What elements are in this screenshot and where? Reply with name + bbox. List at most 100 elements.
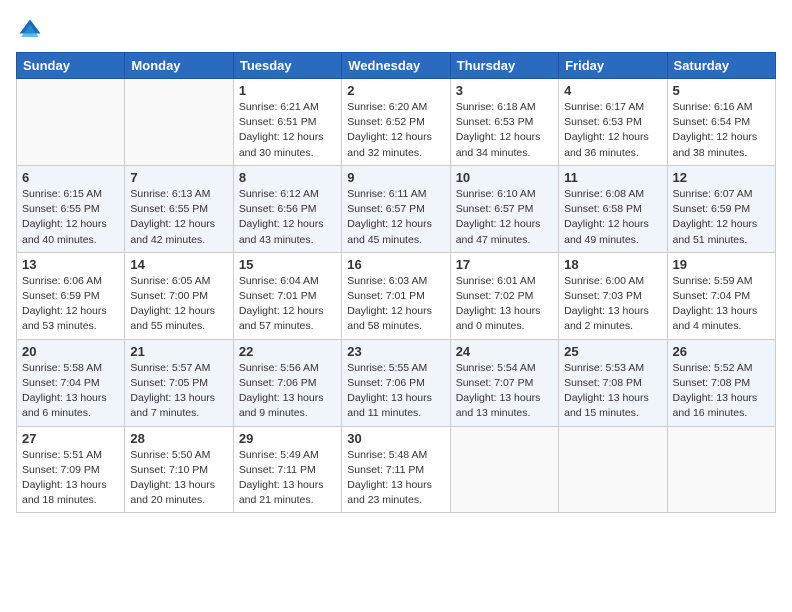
day-info: Sunrise: 6:06 AMSunset: 6:59 PMDaylight:… [22, 274, 119, 335]
day-info: Sunrise: 6:15 AMSunset: 6:55 PMDaylight:… [22, 187, 119, 248]
day-info: Sunrise: 5:48 AMSunset: 7:11 PMDaylight:… [347, 448, 444, 509]
calendar-cell: 21 Sunrise: 5:57 AMSunset: 7:05 PMDayligh… [125, 339, 233, 426]
calendar-cell: 22Sunrise: 5:56 AMSunset: 7:06 PMDayligh… [233, 339, 341, 426]
logo [16, 16, 48, 44]
day-number: 18 [564, 257, 661, 272]
calendar-cell: 29 Sunrise: 5:49 AMSunset: 7:11 PMDayligh… [233, 426, 341, 513]
day-number: 14 [130, 257, 227, 272]
day-info: Sunrise: 5:51 AMSunset: 7:09 PMDaylight:… [22, 448, 119, 509]
day-info: Sunrise: 6:16 AMSunset: 6:54 PMDaylight:… [673, 100, 770, 161]
calendar-cell: 20 Sunrise: 5:58 AMSunset: 7:04 PMDayligh… [17, 339, 125, 426]
calendar-cell: 30 Sunrise: 5:48 AMSunset: 7:11 PMDayligh… [342, 426, 450, 513]
calendar-cell: 10 Sunrise: 6:10 AMSunset: 6:57 PMDayligh… [450, 165, 558, 252]
calendar-week-row: 20 Sunrise: 5:58 AMSunset: 7:04 PMDayligh… [17, 339, 776, 426]
calendar-cell: 27 Sunrise: 5:51 AMSunset: 7:09 PMDayligh… [17, 426, 125, 513]
weekday-header: Monday [125, 53, 233, 79]
day-info: Sunrise: 5:54 AMSunset: 7:07 PMDaylight:… [456, 361, 553, 422]
weekday-header: Thursday [450, 53, 558, 79]
calendar-body: 1 Sunrise: 6:21 AMSunset: 6:51 PMDaylight… [17, 79, 776, 513]
weekday-header: Sunday [17, 53, 125, 79]
day-number: 21 [130, 344, 227, 359]
calendar-cell: 23 Sunrise: 5:55 AMSunset: 7:06 PMDayligh… [342, 339, 450, 426]
day-info: Sunrise: 5:58 AMSunset: 7:04 PMDaylight:… [22, 361, 119, 422]
day-info: Sunrise: 6:08 AMSunset: 6:58 PMDaylight:… [564, 187, 661, 248]
day-info: Sunrise: 5:49 AMSunset: 7:11 PMDaylight:… [239, 448, 336, 509]
calendar-cell: 13Sunrise: 6:06 AMSunset: 6:59 PMDayligh… [17, 252, 125, 339]
day-info: Sunrise: 5:59 AMSunset: 7:04 PMDaylight:… [673, 274, 770, 335]
day-number: 3 [456, 83, 553, 98]
day-number: 15 [239, 257, 336, 272]
day-number: 28 [130, 431, 227, 446]
day-number: 9 [347, 170, 444, 185]
day-info: Sunrise: 6:10 AMSunset: 6:57 PMDaylight:… [456, 187, 553, 248]
calendar-header-row: SundayMondayTuesdayWednesdayThursdayFrid… [17, 53, 776, 79]
day-number: 12 [673, 170, 770, 185]
calendar-cell: 12 Sunrise: 6:07 AMSunset: 6:59 PMDayligh… [667, 165, 775, 252]
calendar-cell: 14 Sunrise: 6:05 AMSunset: 7:00 PMDayligh… [125, 252, 233, 339]
calendar-cell [450, 426, 558, 513]
calendar-cell: 8 Sunrise: 6:12 AMSunset: 6:56 PMDaylight… [233, 165, 341, 252]
day-number: 22 [239, 344, 336, 359]
calendar-cell: 26 Sunrise: 5:52 AMSunset: 7:08 PMDayligh… [667, 339, 775, 426]
day-number: 1 [239, 83, 336, 98]
calendar-week-row: 1 Sunrise: 6:21 AMSunset: 6:51 PMDaylight… [17, 79, 776, 166]
day-info: Sunrise: 6:17 AMSunset: 6:53 PMDaylight:… [564, 100, 661, 161]
calendar-cell: 6 Sunrise: 6:15 AMSunset: 6:55 PMDaylight… [17, 165, 125, 252]
calendar-cell [17, 79, 125, 166]
day-info: Sunrise: 6:01 AMSunset: 7:02 PMDaylight:… [456, 274, 553, 335]
calendar-cell: 3 Sunrise: 6:18 AMSunset: 6:53 PMDaylight… [450, 79, 558, 166]
calendar-cell [667, 426, 775, 513]
day-info: Sunrise: 6:00 AMSunset: 7:03 PMDaylight:… [564, 274, 661, 335]
day-info: Sunrise: 6:03 AMSunset: 7:01 PMDaylight:… [347, 274, 444, 335]
day-number: 29 [239, 431, 336, 446]
day-info: Sunrise: 5:55 AMSunset: 7:06 PMDaylight:… [347, 361, 444, 422]
day-info: Sunrise: 6:13 AMSunset: 6:55 PMDaylight:… [130, 187, 227, 248]
day-number: 2 [347, 83, 444, 98]
calendar-cell: 24 Sunrise: 5:54 AMSunset: 7:07 PMDayligh… [450, 339, 558, 426]
day-info: Sunrise: 6:18 AMSunset: 6:53 PMDaylight:… [456, 100, 553, 161]
calendar-week-row: 6 Sunrise: 6:15 AMSunset: 6:55 PMDaylight… [17, 165, 776, 252]
day-number: 20 [22, 344, 119, 359]
day-number: 27 [22, 431, 119, 446]
calendar-cell: 19 Sunrise: 5:59 AMSunset: 7:04 PMDayligh… [667, 252, 775, 339]
calendar-cell: 5 Sunrise: 6:16 AMSunset: 6:54 PMDaylight… [667, 79, 775, 166]
day-number: 10 [456, 170, 553, 185]
day-number: 23 [347, 344, 444, 359]
day-number: 30 [347, 431, 444, 446]
calendar-cell: 25Sunrise: 5:53 AMSunset: 7:08 PMDayligh… [559, 339, 667, 426]
day-info: Sunrise: 6:21 AMSunset: 6:51 PMDaylight:… [239, 100, 336, 161]
calendar-cell: 17 Sunrise: 6:01 AMSunset: 7:02 PMDayligh… [450, 252, 558, 339]
page-header [16, 16, 776, 44]
day-number: 17 [456, 257, 553, 272]
calendar-cell: 2 Sunrise: 6:20 AMSunset: 6:52 PMDaylight… [342, 79, 450, 166]
day-number: 16 [347, 257, 444, 272]
day-number: 25 [564, 344, 661, 359]
day-info: Sunrise: 6:07 AMSunset: 6:59 PMDaylight:… [673, 187, 770, 248]
weekday-header: Friday [559, 53, 667, 79]
calendar-cell [559, 426, 667, 513]
calendar-cell: 18 Sunrise: 6:00 AMSunset: 7:03 PMDayligh… [559, 252, 667, 339]
calendar-cell [125, 79, 233, 166]
weekday-header: Saturday [667, 53, 775, 79]
calendar-week-row: 27 Sunrise: 5:51 AMSunset: 7:09 PMDayligh… [17, 426, 776, 513]
day-number: 19 [673, 257, 770, 272]
day-info: Sunrise: 6:05 AMSunset: 7:00 PMDaylight:… [130, 274, 227, 335]
day-info: Sunrise: 6:12 AMSunset: 6:56 PMDaylight:… [239, 187, 336, 248]
day-number: 4 [564, 83, 661, 98]
calendar-cell: 28 Sunrise: 5:50 AMSunset: 7:10 PMDayligh… [125, 426, 233, 513]
calendar-cell: 11Sunrise: 6:08 AMSunset: 6:58 PMDayligh… [559, 165, 667, 252]
day-info: Sunrise: 6:04 AMSunset: 7:01 PMDaylight:… [239, 274, 336, 335]
calendar-cell: 16 Sunrise: 6:03 AMSunset: 7:01 PMDayligh… [342, 252, 450, 339]
calendar-cell: 1 Sunrise: 6:21 AMSunset: 6:51 PMDaylight… [233, 79, 341, 166]
day-info: Sunrise: 5:50 AMSunset: 7:10 PMDaylight:… [130, 448, 227, 509]
calendar-cell: 15 Sunrise: 6:04 AMSunset: 7:01 PMDayligh… [233, 252, 341, 339]
day-info: Sunrise: 6:20 AMSunset: 6:52 PMDaylight:… [347, 100, 444, 161]
day-number: 6 [22, 170, 119, 185]
day-number: 24 [456, 344, 553, 359]
day-number: 5 [673, 83, 770, 98]
day-info: Sunrise: 5:57 AMSunset: 7:05 PMDaylight:… [130, 361, 227, 422]
day-info: Sunrise: 5:52 AMSunset: 7:08 PMDaylight:… [673, 361, 770, 422]
day-number: 26 [673, 344, 770, 359]
day-number: 8 [239, 170, 336, 185]
day-info: Sunrise: 6:11 AMSunset: 6:57 PMDaylight:… [347, 187, 444, 248]
